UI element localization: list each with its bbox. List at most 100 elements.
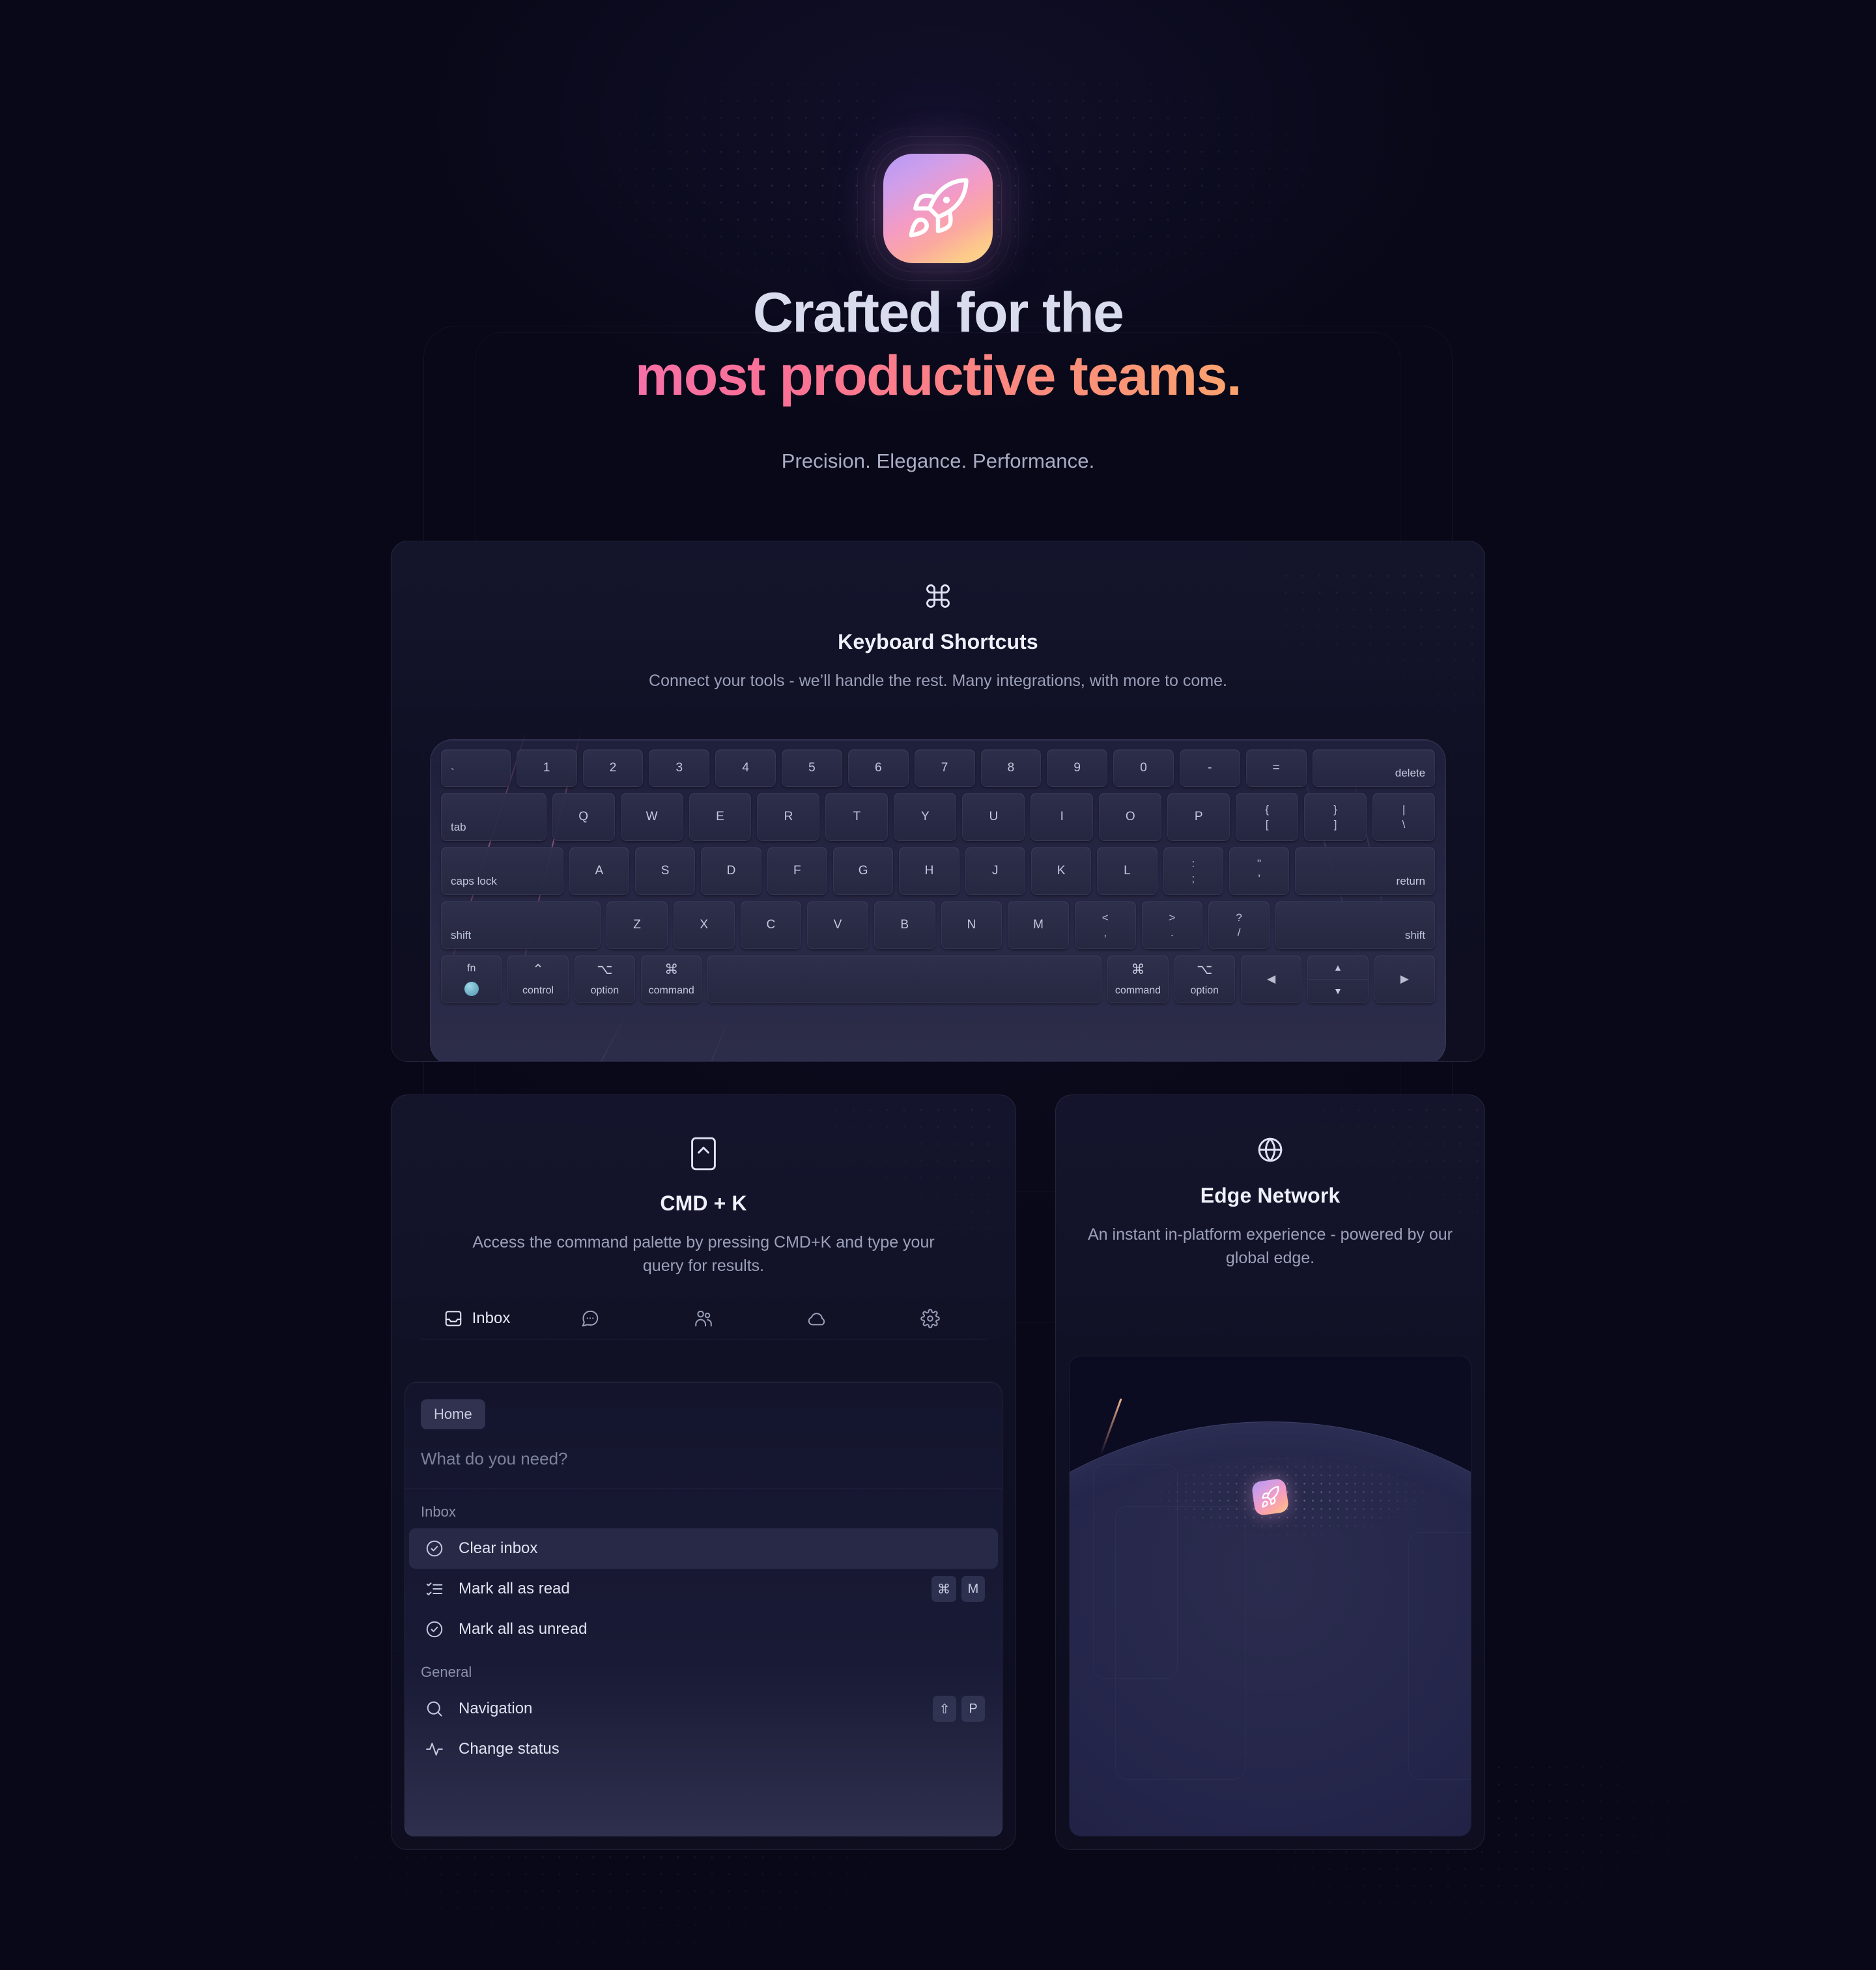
key-4[interactable]: 4	[715, 749, 776, 787]
key-caps-lock[interactable]: caps lock	[441, 847, 563, 895]
key-q[interactable]: Q	[552, 793, 615, 841]
keyboard-streak-5	[558, 1013, 627, 1061]
key-;[interactable]: :;	[1163, 847, 1223, 895]
keyboard[interactable]: ` 1 2 3 4 5 6 7 8 9 0- = delete tab Q W E R T Y U I O P{[}] | \ ca…	[430, 730, 1446, 1061]
tab-inbox[interactable]: Inbox	[420, 1309, 533, 1328]
key-=[interactable]: =	[1245, 749, 1307, 787]
key-command[interactable]: ⌘ command	[1107, 955, 1169, 1003]
key-control[interactable]: ⌃ control	[507, 955, 569, 1003]
palette-group-label: Inbox	[421, 1504, 456, 1520]
palette-item[interactable]: Navigation ⇧ P	[409, 1689, 998, 1729]
key-p[interactable]: P	[1167, 793, 1230, 841]
key-n[interactable]: N	[941, 901, 1002, 949]
key-2[interactable]: 2	[582, 749, 644, 787]
key-d[interactable]: D	[701, 847, 761, 895]
shortcut-key: P	[961, 1696, 985, 1722]
key-t[interactable]: T	[825, 793, 888, 841]
key-e[interactable]: E	[689, 793, 752, 841]
palette-item-label: Navigation	[459, 1700, 533, 1717]
key-arrow-right[interactable]: ▶	[1374, 955, 1435, 1003]
key-k[interactable]: K	[1030, 847, 1092, 895]
key-m[interactable]: M	[1008, 901, 1069, 949]
palette-scope-chip[interactable]: Home	[421, 1399, 485, 1429]
tab-cloud[interactable]	[760, 1309, 874, 1328]
key-shift[interactable]: shift	[1275, 901, 1436, 949]
tab-gear[interactable]	[874, 1309, 987, 1328]
key-,[interactable]: <,	[1074, 901, 1136, 949]
tab-people[interactable]	[647, 1309, 760, 1328]
tab-chat-bubble[interactable]	[533, 1309, 647, 1328]
key--[interactable]: -	[1179, 749, 1240, 787]
keyboard-row-number-row: ` 1 2 3 4 5 6 7 8 9 0- = delete	[441, 749, 1436, 787]
key-5[interactable]: 5	[782, 749, 842, 787]
palette-groups: Inbox Clear inbox Mark all as read ⌘ M Mark a…	[405, 1489, 1002, 1769]
key-y[interactable]: Y	[894, 793, 957, 841]
palette-item[interactable]: Mark all as read ⌘ M	[409, 1569, 998, 1609]
key-7[interactable]: 7	[914, 749, 975, 787]
key-b[interactable]: B	[874, 901, 935, 949]
key-l[interactable]: L	[1097, 847, 1158, 895]
keycap-caret-icon	[691, 1137, 716, 1171]
hero-title-line-1: Crafted for the	[752, 281, 1124, 344]
palette-search-input[interactable]: What do you need?	[405, 1429, 1002, 1489]
key-s[interactable]: S	[634, 847, 696, 895]
key-return[interactable]: return	[1295, 847, 1435, 895]
key-symbol: ⌥	[1197, 962, 1213, 977]
key-g[interactable]: G	[832, 847, 894, 895]
inbox-icon	[445, 1311, 461, 1326]
key-arrow-left[interactable]: ◀	[1240, 955, 1302, 1003]
palette-item-label: Mark all as read	[459, 1580, 570, 1597]
key-command[interactable]: ⌘ command	[641, 955, 702, 1003]
key-\[interactable]: | \	[1372, 793, 1436, 841]
key-1[interactable]: 1	[516, 749, 577, 787]
key-space[interactable]	[707, 955, 1102, 1003]
key-[[interactable]: {[	[1236, 793, 1299, 841]
key-`[interactable]: `	[441, 749, 511, 787]
key-w[interactable]: W	[620, 793, 683, 841]
palette-chip-row: Home	[405, 1382, 1002, 1429]
key-h[interactable]: H	[899, 847, 959, 895]
palette-item[interactable]: Clear inbox	[409, 1528, 998, 1569]
key-6[interactable]: 6	[847, 749, 909, 787]
key-v[interactable]: V	[807, 901, 868, 949]
key-c[interactable]: C	[740, 901, 802, 949]
key-delete[interactable]: delete	[1312, 749, 1436, 787]
palette-item[interactable]: Change status	[409, 1729, 998, 1769]
key-][interactable]: }]	[1304, 793, 1367, 841]
key-z[interactable]: Z	[606, 901, 668, 949]
key-option[interactable]: ⌥ option	[574, 955, 636, 1003]
key-fn[interactable]: fn	[441, 955, 502, 1003]
list-check-icon	[426, 1582, 443, 1595]
key-8[interactable]: 8	[980, 749, 1042, 787]
app-logo-wrapper	[857, 128, 1019, 289]
key-r[interactable]: R	[757, 793, 820, 841]
palette-item-shortcut: ⇧ P	[933, 1696, 985, 1722]
key-3[interactable]: 3	[649, 749, 710, 787]
key-u[interactable]: U	[962, 793, 1025, 841]
key-0[interactable]: 0	[1113, 749, 1174, 787]
key-j[interactable]: J	[965, 847, 1025, 895]
key-.[interactable]: >.	[1141, 901, 1203, 949]
key-arrow-up[interactable]: ▲	[1308, 956, 1367, 979]
key-option[interactable]: ⌥ option	[1174, 955, 1235, 1003]
key-label: option	[590, 985, 619, 996]
key-/[interactable]: ? /	[1208, 901, 1270, 949]
key-label: /	[1237, 926, 1241, 939]
key-9[interactable]: 9	[1047, 749, 1108, 787]
key-'[interactable]: " '	[1229, 847, 1290, 895]
key-shift[interactable]: shift	[441, 901, 601, 949]
key-tab[interactable]: tab	[441, 793, 547, 841]
globe-icon-small	[464, 981, 479, 996]
key-arrow-updown[interactable]: ▲ ▼	[1307, 955, 1369, 1003]
palette-item[interactable]: Mark all as unread	[409, 1609, 998, 1649]
keyboard-row-top-alpha-row: tab Q W E R T Y U I O P{[}] | \	[441, 793, 1436, 841]
key-i[interactable]: I	[1030, 793, 1094, 841]
key-o[interactable]: O	[1099, 793, 1162, 841]
key-a[interactable]: A	[569, 847, 629, 895]
cmdk-tab-bar: Inbox	[420, 1309, 987, 1339]
check-circle-icon	[426, 1621, 443, 1638]
key-x[interactable]: X	[673, 901, 735, 949]
key-arrow-down[interactable]: ▼	[1308, 978, 1368, 1003]
key-f[interactable]: F	[767, 847, 827, 895]
command-palette[interactable]: Home What do you need? Inbox Clear inbox M…	[405, 1382, 1002, 1836]
